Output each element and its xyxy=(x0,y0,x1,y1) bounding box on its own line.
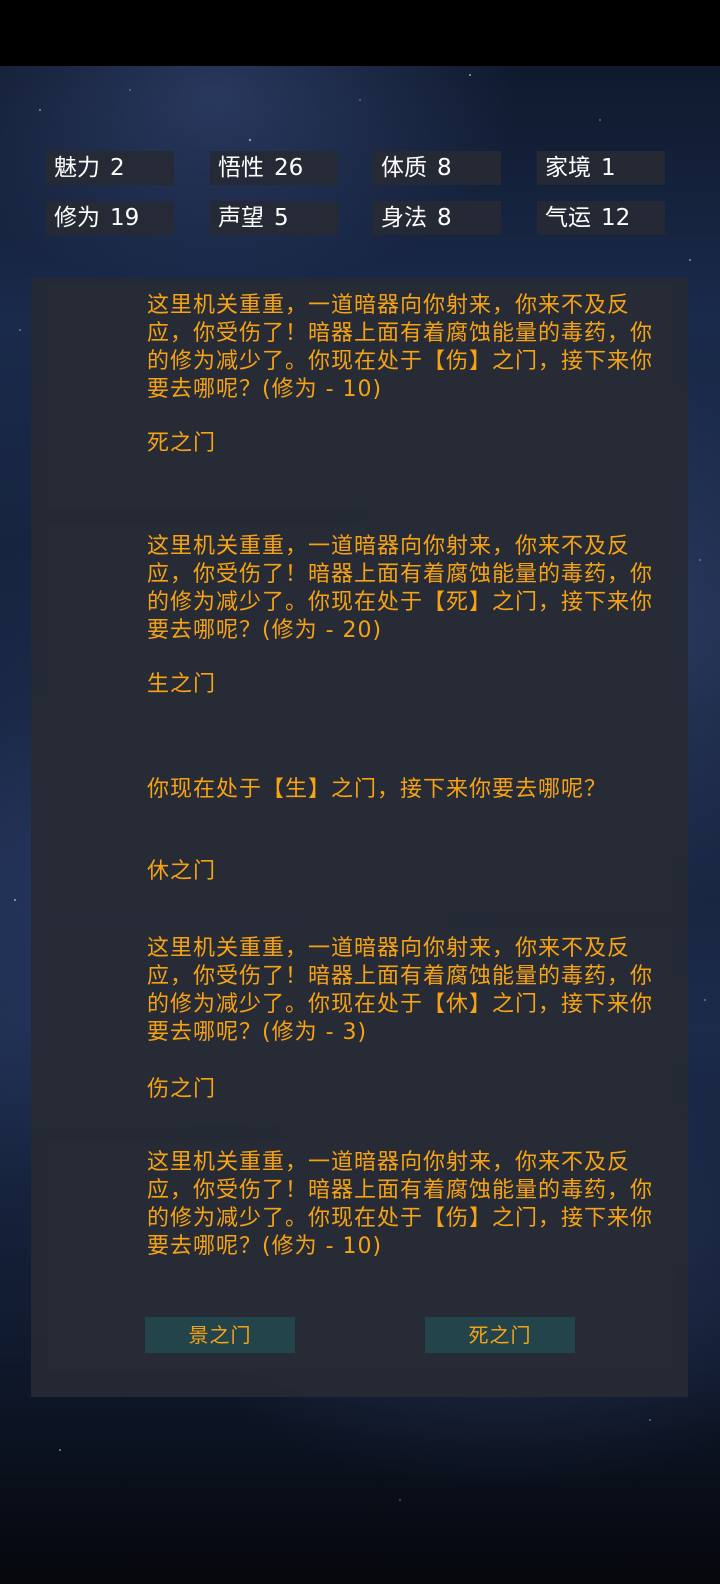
event-text: 这里机关重重，一道暗器向你射来，你来不及反应，你受伤了！暗器上面有着腐蚀能量的毒… xyxy=(147,1150,654,1259)
stat-label: 悟性 xyxy=(218,155,264,181)
stat-constitution: 体质 8 xyxy=(373,151,501,185)
stat-value: 1 xyxy=(601,155,616,181)
log-entry: 这里机关重重，一道暗器向你射来，你来不及反应，你受伤了！暗器上面有着腐蚀能量的毒… xyxy=(48,927,672,1126)
stat-label: 魅力 xyxy=(54,155,100,181)
stat-value: 8 xyxy=(437,155,452,181)
door-option-button[interactable]: 景之门 xyxy=(145,1317,295,1353)
chosen-door: 伤之门 xyxy=(147,1077,217,1102)
current-event: 这里机关重重，一道暗器向你射来，你来不及反应，你受伤了！暗器上面有着腐蚀能量的毒… xyxy=(48,1141,672,1369)
status-bar xyxy=(0,0,720,66)
stat-cultivation: 修为 19 xyxy=(46,201,174,235)
event-text: 这里机关重重，一道暗器向你射来，你来不及反应，你受伤了！暗器上面有着腐蚀能量的毒… xyxy=(147,293,654,402)
chosen-door: 死之门 xyxy=(147,431,217,456)
stat-label: 修为 xyxy=(54,205,100,231)
stat-label: 身法 xyxy=(381,205,427,231)
event-text: 这里机关重重，一道暗器向你射来，你来不及反应，你受伤了！暗器上面有着腐蚀能量的毒… xyxy=(147,534,654,643)
stat-label: 声望 xyxy=(218,205,264,231)
stat-reputation: 声望 5 xyxy=(210,201,338,235)
stat-agility: 身法 8 xyxy=(373,201,501,235)
chosen-door: 休之门 xyxy=(147,859,217,884)
event-text: 这里机关重重，一道暗器向你射来，你来不及反应，你受伤了！暗器上面有着腐蚀能量的毒… xyxy=(147,936,654,1045)
stat-charm: 魅力 2 xyxy=(46,151,174,185)
stat-label: 体质 xyxy=(381,155,427,181)
log-entry: 这里机关重重，一道暗器向你射来，你来不及反应，你受伤了！暗器上面有着腐蚀能量的毒… xyxy=(48,284,672,509)
door-option-button[interactable]: 死之门 xyxy=(425,1317,575,1353)
event-text: 你现在处于【生】之门，接下来你要去哪呢？ xyxy=(147,777,608,802)
stat-comprehension: 悟性 26 xyxy=(210,151,338,185)
stat-label: 气运 xyxy=(545,205,591,231)
stat-value: 12 xyxy=(601,205,631,231)
stat-value: 8 xyxy=(437,205,452,231)
stat-family: 家境 1 xyxy=(537,151,665,185)
stat-luck: 气运 12 xyxy=(537,201,665,235)
stat-value: 5 xyxy=(274,205,289,231)
stat-label: 家境 xyxy=(545,155,591,181)
log-entry: 你现在处于【生】之门，接下来你要去哪呢？ 休之门 xyxy=(48,768,672,911)
stat-value: 19 xyxy=(110,205,140,231)
stat-value: 2 xyxy=(110,155,125,181)
stat-value: 26 xyxy=(274,155,304,181)
chosen-door: 生之门 xyxy=(147,672,217,697)
log-entry: 这里机关重重，一道暗器向你射来，你来不及反应，你受伤了！暗器上面有着腐蚀能量的毒… xyxy=(48,525,672,753)
